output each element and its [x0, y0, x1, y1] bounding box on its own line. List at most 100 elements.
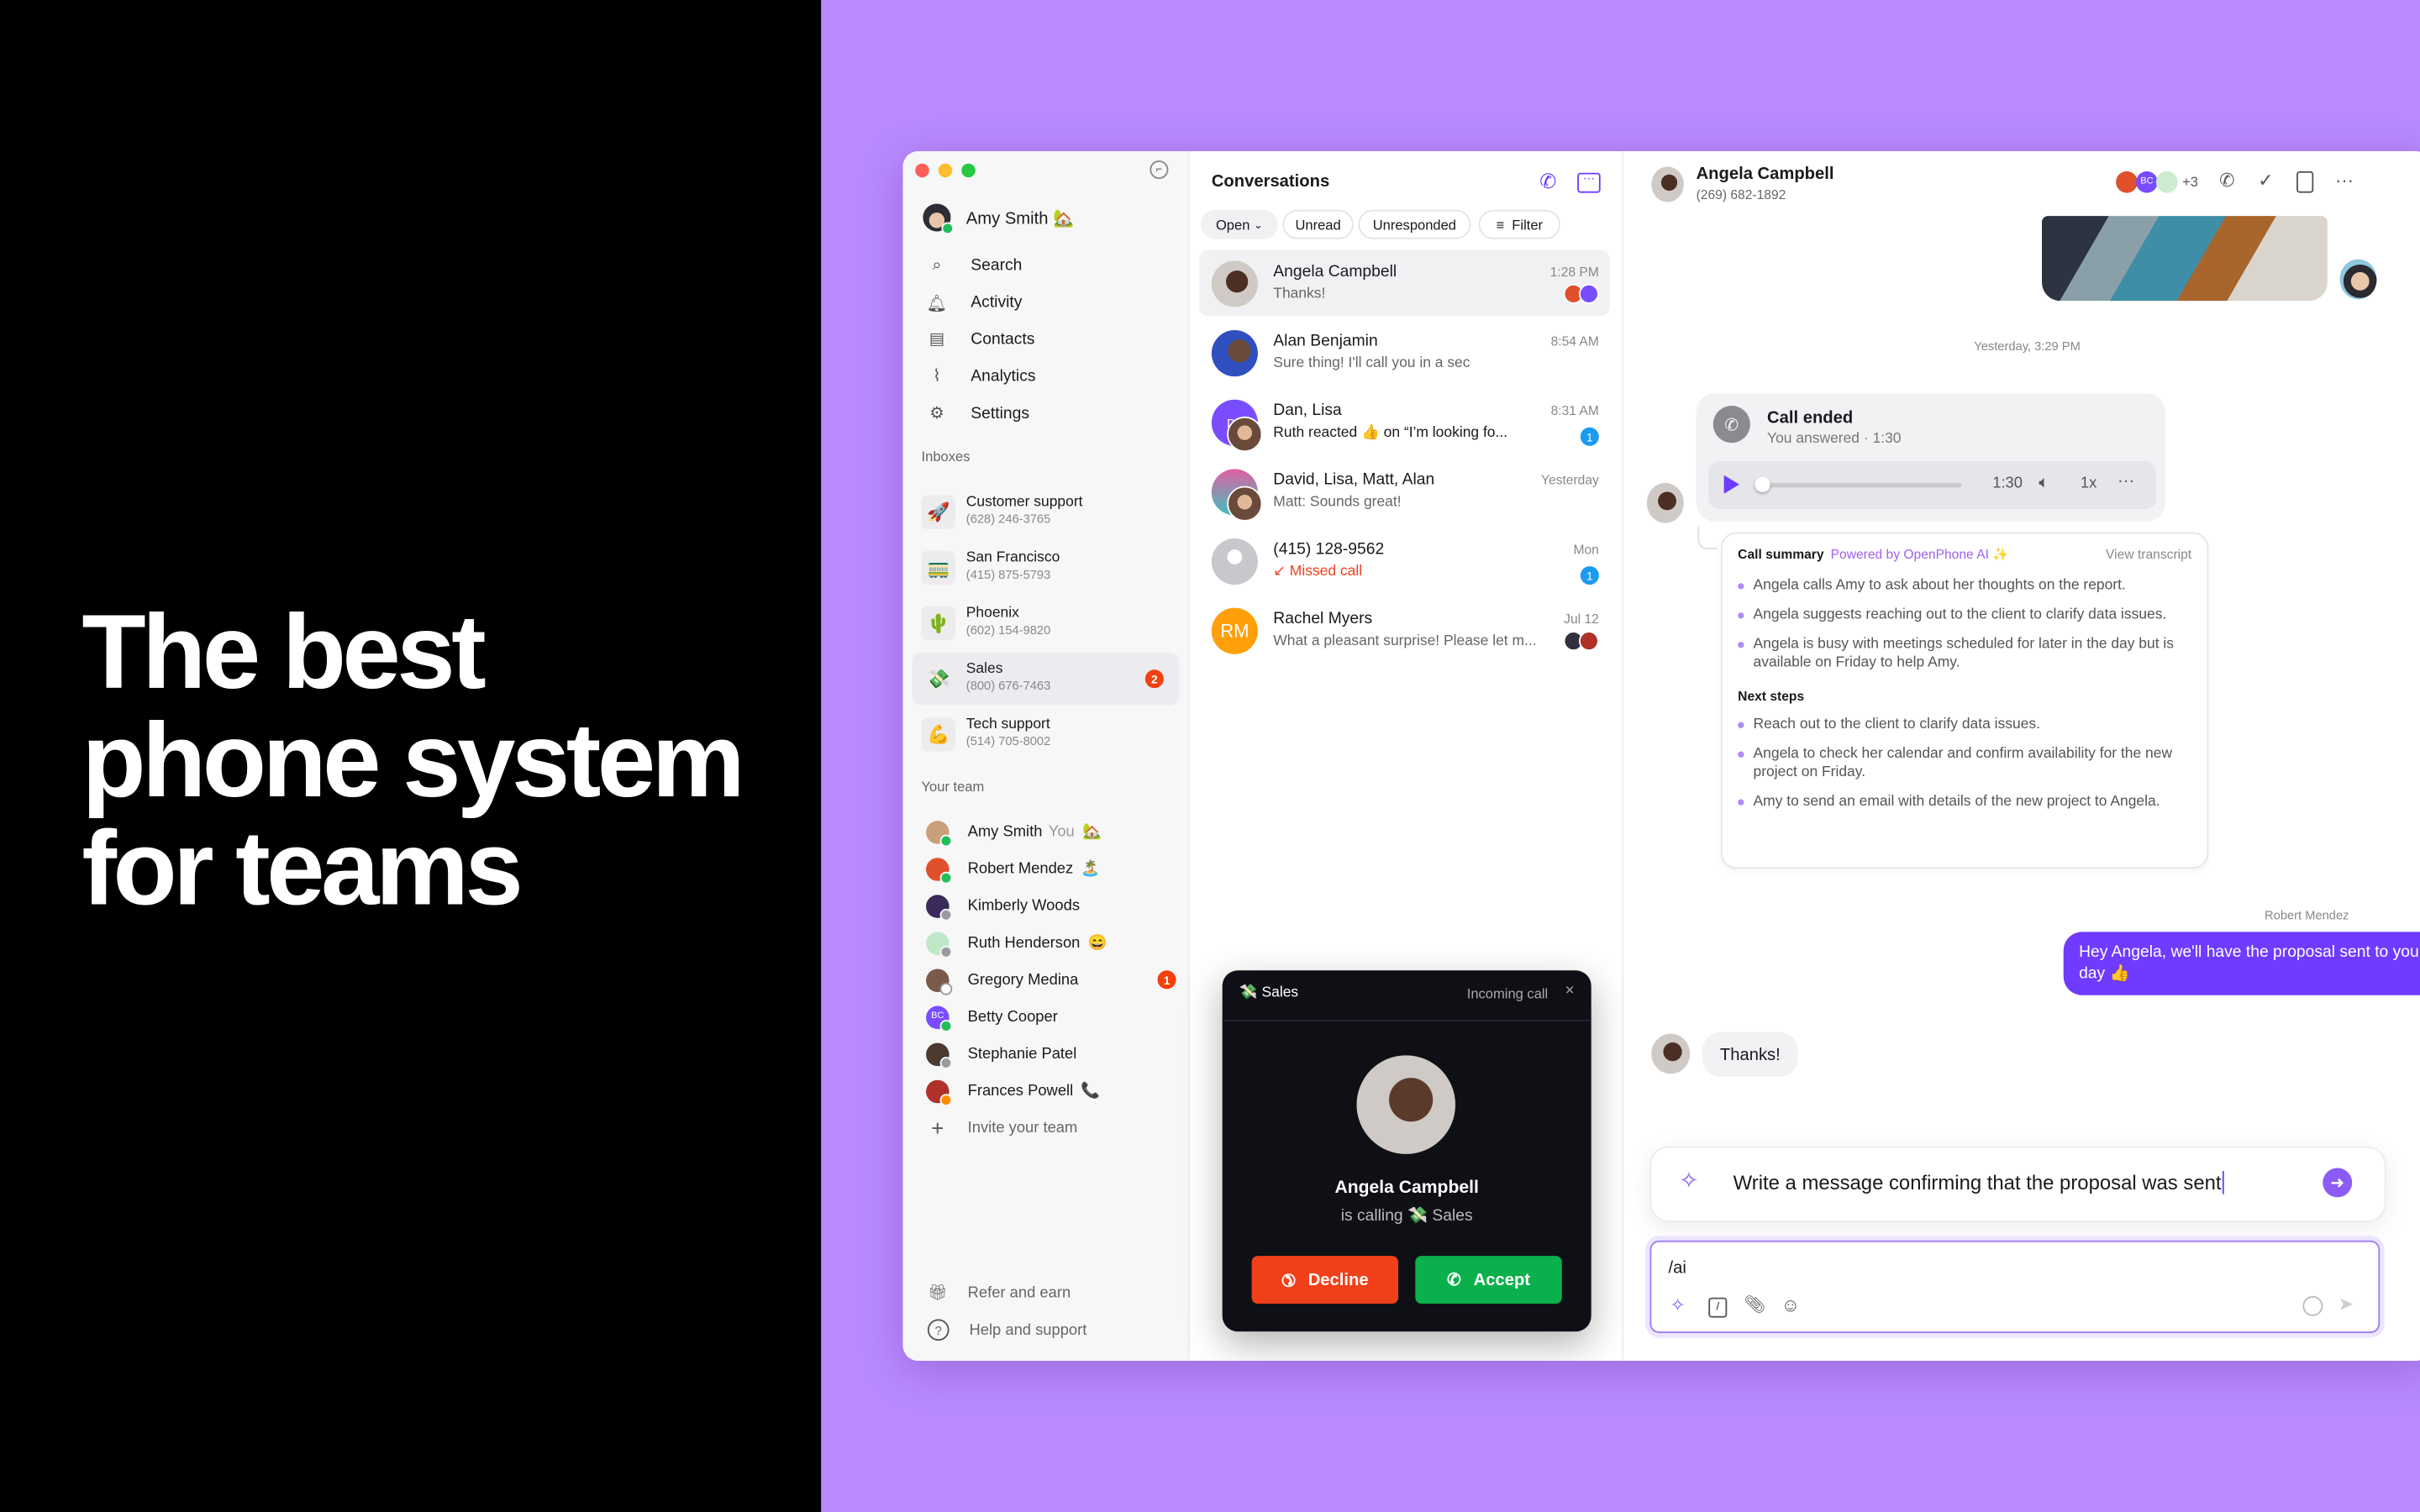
- preview-text: Missed call: [1289, 563, 1363, 580]
- volume-icon[interactable]: 🔈︎: [2039, 474, 2049, 494]
- inbox-name: Tech support: [965, 716, 1050, 733]
- accept-button[interactable]: ✆ Accept: [1415, 1256, 1562, 1305]
- next-steps-heading: Next steps: [1738, 688, 1805, 704]
- view-transcript-link[interactable]: View transcript: [2106, 546, 2191, 561]
- play-icon[interactable]: [1723, 475, 1740, 494]
- sender-avatar: [2339, 259, 2377, 300]
- conversation-name: Dan, Lisa: [1273, 401, 1342, 420]
- conversation-item[interactable]: RM Rachel Myers What a pleasant surprise! …: [1199, 597, 1610, 664]
- ai-prompt-input[interactable]: Write a message confirming that the prop…: [1733, 1171, 2225, 1194]
- audio-scrubber[interactable]: [1754, 476, 1770, 492]
- close-window-button[interactable]: [915, 163, 929, 178]
- emoji-icon[interactable]: ☺: [1781, 1294, 1801, 1316]
- conversation-time: 8:31 AM: [1550, 402, 1599, 418]
- call-icon[interactable]: ✆: [2217, 170, 2238, 192]
- summary-bullet: Reach out to the client to clarify data …: [1738, 716, 2191, 734]
- contact-panel-icon[interactable]: [2296, 171, 2314, 193]
- filter-button[interactable]: ≡ Filter: [1478, 209, 1560, 239]
- minimize-window-button[interactable]: [938, 163, 953, 178]
- status-dot: [939, 870, 953, 884]
- snippets-icon[interactable]: /: [1708, 1297, 1728, 1318]
- inbox-item[interactable]: 🌵 Phoenix (602) 154-9820: [913, 597, 1180, 649]
- avatar: [926, 1079, 953, 1106]
- submit-prompt-button[interactable]: ➜: [2323, 1168, 2353, 1198]
- unread-badge: 1: [1580, 427, 1599, 446]
- conversation-item[interactable]: Angela Campbell Thanks! 1:28 PM: [1199, 249, 1610, 317]
- sidebar-item-search[interactable]: ⌕ Search: [922, 249, 1169, 282]
- contact-avatar[interactable]: [1651, 166, 1684, 202]
- bell-icon: 🔔︎: [926, 293, 948, 312]
- sidebar-item-settings[interactable]: ⚙ Settings: [922, 396, 1169, 430]
- preview-text: Ruth reacted 👍 on “I’m looking fo...: [1273, 424, 1508, 442]
- playback-speed[interactable]: 1x: [2081, 475, 2096, 492]
- new-message-icon[interactable]: ···: [1577, 172, 1601, 193]
- summary-bullet: Angela to check her calendar and confirm…: [1738, 745, 2191, 782]
- phone-call-icon[interactable]: ✆: [1536, 170, 1560, 194]
- conversation-item[interactable]: Alan Benjamin Sure thing! I'll call you i…: [1199, 319, 1610, 386]
- team-member[interactable]: BC Betty Cooper: [922, 1000, 1176, 1033]
- invite-team-button[interactable]: + Invite your team: [922, 1110, 1176, 1144]
- shared-image[interactable]: [2042, 216, 2328, 302]
- send-icon[interactable]: ➤: [2338, 1293, 2354, 1315]
- missed-call-icon: ↙: [1273, 563, 1290, 580]
- history-icon[interactable]: ⌐: [1150, 160, 1169, 180]
- filter-unresponded[interactable]: Unresponded: [1358, 209, 1471, 239]
- powered-by: Powered by OpenPhone AI ✨: [1830, 546, 2009, 562]
- caller-avatar: [1356, 1055, 1456, 1154]
- ai-sparkles-icon[interactable]: ✧: [1670, 1294, 1685, 1316]
- schedule-icon[interactable]: [2302, 1295, 2323, 1316]
- team-member[interactable]: Frances Powell 📞: [922, 1074, 1176, 1107]
- inbox-item[interactable]: 💸 Sales (800) 676-7463 2: [912, 652, 1180, 706]
- member-name: Betty Cooper: [967, 1008, 1058, 1026]
- nav-label: Contacts: [971, 330, 1035, 349]
- inbox-item[interactable]: 💪 Tech support (514) 705-8002: [913, 708, 1180, 760]
- user-avatar[interactable]: [923, 203, 955, 235]
- composer-input[interactable]: /ai: [1669, 1259, 1686, 1278]
- conversation-item[interactable]: DLDan, LisaRuth reacted 👍 on “I’m lookin…: [1199, 389, 1610, 455]
- team-member[interactable]: Robert Mendez 🏝️: [922, 852, 1176, 885]
- headline-line: The best: [82, 594, 486, 711]
- team-member[interactable]: Stephanie Patel: [922, 1037, 1176, 1070]
- incoming-call-label: Incoming call: [1466, 985, 1549, 1002]
- refer-button[interactable]: 🎁︎ Refer and earn: [922, 1276, 1176, 1310]
- more-icon[interactable]: ···: [2333, 170, 2355, 192]
- help-button[interactable]: ? Help and support: [922, 1313, 1176, 1347]
- more-icon[interactable]: ···: [2118, 472, 2134, 491]
- decline-button[interactable]: ✆ Decline: [1251, 1256, 1399, 1305]
- team-member[interactable]: Amy Smith You 🏡: [922, 815, 1176, 848]
- team-member[interactable]: Gregory Medina 1: [922, 963, 1176, 996]
- decline-label: Decline: [1307, 1270, 1369, 1289]
- filter-unread[interactable]: Unread: [1282, 209, 1354, 239]
- participants-more[interactable]: +3: [2182, 175, 2198, 190]
- status-emoji: 🏝️: [1081, 859, 1101, 878]
- filter-open-dropdown[interactable]: Open ⌄: [1200, 209, 1278, 239]
- close-icon[interactable]: ×: [1565, 983, 1575, 1000]
- check-icon[interactable]: ✓: [2254, 170, 2276, 192]
- team-member[interactable]: Ruth Henderson 😄: [922, 926, 1176, 959]
- sidebar-item-analytics[interactable]: ⌇ Analytics: [922, 360, 1169, 393]
- audio-progress-track[interactable]: [1756, 482, 1962, 488]
- avatar: [926, 894, 953, 921]
- user-name[interactable]: Amy Smith 🏡: [966, 208, 1074, 228]
- inbox-emoji-icon: 🚃: [921, 550, 955, 585]
- inbox-item[interactable]: 🚃 San Francisco (415) 875-5793: [913, 542, 1180, 594]
- attachment-icon[interactable]: 📎︎: [1744, 1294, 1766, 1315]
- maximize-window-button[interactable]: [961, 163, 976, 178]
- sidebar-item-activity[interactable]: 🔔︎ Activity: [922, 286, 1169, 319]
- inbox-name: Phoenix: [965, 605, 1019, 622]
- filter-icon: ≡: [1496, 217, 1505, 233]
- open-label: Open: [1215, 217, 1250, 233]
- call-subtitle: You answered · 1:30: [1767, 430, 1902, 448]
- inbox-emoji-icon: 🚀: [921, 495, 955, 530]
- sidebar-item-contacts[interactable]: ▤ Contacts: [922, 323, 1169, 356]
- conversation-item[interactable]: David, Lisa, Matt, Alan Matt: Sounds grea…: [1199, 459, 1610, 525]
- inbox-item[interactable]: 🚀 Customer support (628) 246-3765: [913, 486, 1180, 538]
- contact-name[interactable]: Angela Campbell: [1697, 165, 1834, 184]
- preview-text: What a pleasant surprise! Please let m..…: [1273, 633, 1537, 650]
- avatar: [926, 1042, 953, 1068]
- stage: The best phone system for teams ⌐ Amy Sm…: [0, 0, 2420, 1512]
- conversation-item[interactable]: (415) 128-9562 ↙ Missed call Mon 1: [1199, 528, 1610, 594]
- team-member[interactable]: Kimberly Woods: [922, 889, 1176, 922]
- call-inbox-name: Sales: [1261, 984, 1299, 1002]
- preview-text: Thanks!: [1273, 285, 1326, 303]
